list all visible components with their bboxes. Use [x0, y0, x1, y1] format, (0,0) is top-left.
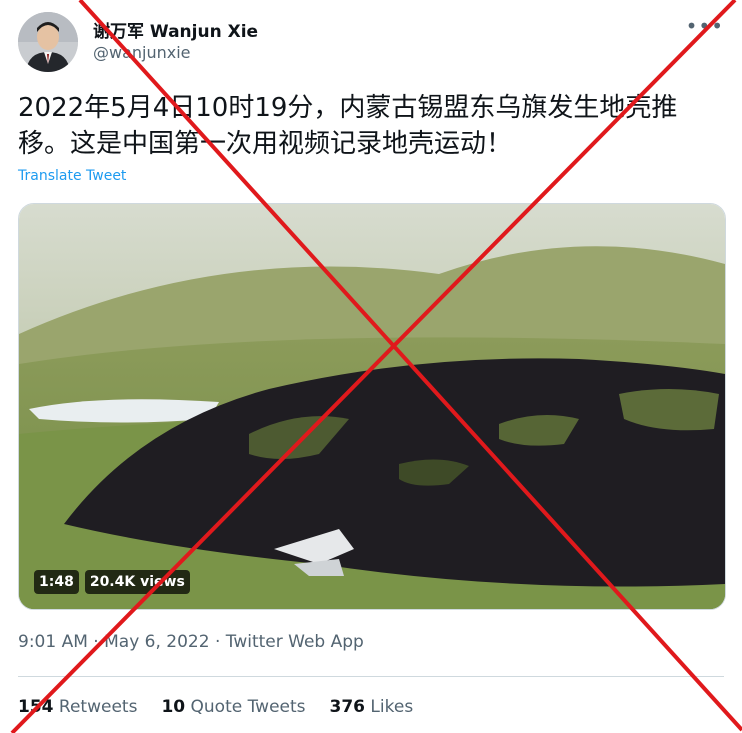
quote-tweets-stat[interactable]: 10 Quote Tweets [161, 697, 305, 717]
tweet-stats: 154 Retweets 10 Quote Tweets 376 Likes [18, 697, 413, 717]
avatar-image [18, 12, 78, 72]
tweet-date[interactable]: May 6, 2022 [104, 632, 209, 652]
quote-tweets-label: Quote Tweets [190, 697, 306, 717]
likes-label: Likes [370, 697, 414, 717]
meta-separator: · [209, 632, 226, 652]
translate-tweet-link[interactable]: Translate Tweet [18, 168, 126, 184]
more-horizontal-icon[interactable]: ••• [686, 14, 724, 38]
retweets-label: Retweets [58, 697, 138, 717]
tweet-source[interactable]: Twitter Web App [226, 632, 364, 652]
tweet-text: 2022年5月4日10时19分，内蒙古锡盟东乌旗发生地壳推移。这是中国第一次用视… [18, 93, 678, 159]
retweets-stat[interactable]: 154 Retweets [18, 697, 137, 717]
avatar[interactable] [18, 12, 78, 72]
video-views: 20.4K views [84, 570, 190, 594]
video-duration: 1:48 [34, 570, 79, 594]
author-handle[interactable]: @wanjunxie [93, 43, 191, 62]
tweet-time[interactable]: 9:01 AM [18, 632, 88, 652]
quote-tweets-count: 10 [161, 697, 186, 717]
retweets-count: 154 [18, 697, 54, 717]
meta-separator: · [87, 632, 105, 652]
likes-stat[interactable]: 376 Likes [330, 697, 414, 717]
video-badges: 1:48 20.4K views [34, 570, 190, 594]
video-player[interactable] [18, 203, 726, 610]
divider [18, 676, 724, 677]
video-thumbnail [19, 204, 725, 609]
tweet-meta: 9:01 AM · May 6, 2022 · Twitter Web App [18, 632, 364, 652]
likes-count: 376 [329, 697, 366, 717]
author-name[interactable]: 谢万军 Wanjun Xie [93, 17, 258, 42]
